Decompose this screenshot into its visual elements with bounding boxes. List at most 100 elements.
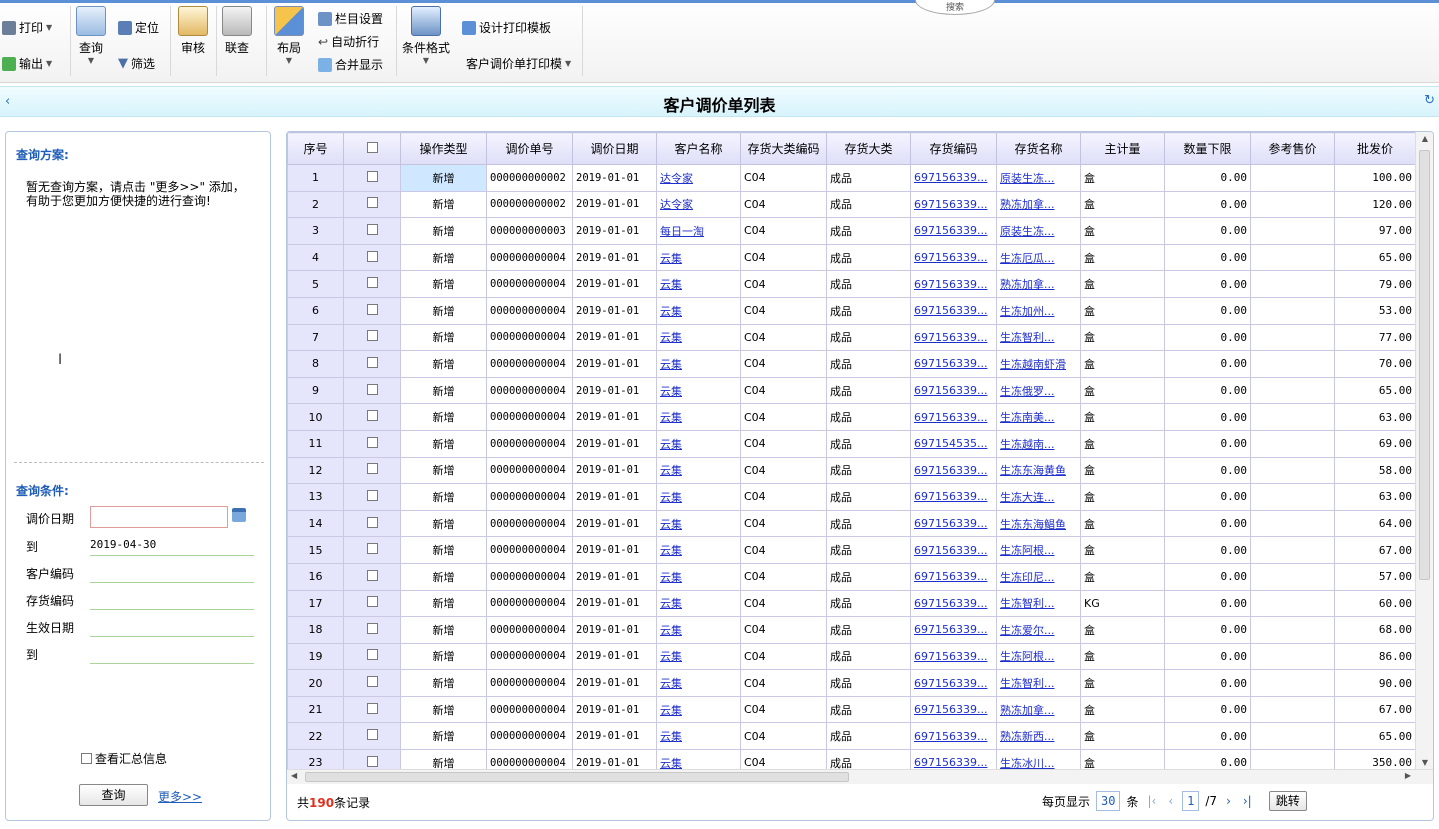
current-page-input[interactable]: 1	[1182, 791, 1200, 811]
inventory-code-link[interactable]: 697156339...	[910, 589, 997, 618]
row-checkbox[interactable]	[366, 569, 378, 581]
row-checkbox-cell[interactable]	[343, 642, 401, 671]
inventory-name-link[interactable]: 生冻智利...	[996, 323, 1081, 352]
summary-checkbox[interactable]: 查看汇总信息	[81, 750, 167, 767]
column-header[interactable]: 数量下限	[1164, 132, 1251, 165]
calendar-icon[interactable]	[232, 508, 246, 522]
select-all-checkbox[interactable]	[366, 141, 378, 153]
customer-name-link[interactable]: 云集	[656, 749, 741, 769]
customer-name-link[interactable]: 云集	[656, 403, 741, 431]
table-row[interactable]: 12 新增 000000000004 2019-01-01 云集 C04 成品 6971563…	[287, 456, 1415, 485]
customer-name-link[interactable]: 云集	[656, 642, 741, 671]
inventory-code-link[interactable]: 697156339...	[910, 722, 997, 751]
customer-name-link[interactable]: 云集	[656, 509, 741, 538]
inventory-code-link[interactable]: 697156339...	[910, 270, 997, 298]
column-header[interactable]: 客户名称	[656, 132, 741, 165]
horizontal-scroll-thumb[interactable]	[305, 772, 849, 782]
table-row[interactable]: 13 新增 000000000004 2019-01-01 云集 C04 成品 6971563…	[287, 483, 1415, 511]
inventory-code-link[interactable]: 697156339...	[910, 749, 997, 769]
inventory-code-link[interactable]: 697156339...	[910, 376, 997, 405]
inventory-code-link[interactable]: 697156339...	[910, 616, 997, 644]
row-checkbox-cell[interactable]	[343, 164, 401, 192]
table-row[interactable]: 8 新增 000000000004 2019-01-01 云集 C04 成品 69715633…	[287, 350, 1415, 378]
row-checkbox-cell[interactable]	[343, 749, 401, 769]
inventory-code-link[interactable]: 697156339...	[910, 695, 997, 724]
vertical-scrollbar[interactable]: ▲ ▼	[1415, 132, 1433, 769]
column-header[interactable]: 批发价	[1334, 132, 1415, 165]
customer-name-link[interactable]: 云集	[656, 562, 741, 591]
merge-display-button[interactable]: 合并显示	[318, 56, 383, 73]
row-checkbox[interactable]	[366, 729, 378, 741]
price-date-input[interactable]	[90, 506, 228, 528]
refresh-icon[interactable]: ↻	[1424, 93, 1435, 108]
row-checkbox[interactable]	[366, 250, 378, 262]
effective-date-input[interactable]	[90, 615, 254, 637]
scroll-down-icon[interactable]: ▼	[1416, 758, 1433, 767]
filter-button[interactable]: ▼ 筛选	[118, 55, 155, 72]
inventory-code-link[interactable]: 697156339...	[910, 323, 997, 352]
row-checkbox-cell[interactable]	[343, 536, 401, 564]
table-row[interactable]: 18 新增 000000000004 2019-01-01 云集 C04 成品 6971563…	[287, 616, 1415, 644]
customer-name-link[interactable]: 云集	[656, 350, 741, 378]
inventory-name-link[interactable]: 生冻越南虾滑	[996, 350, 1081, 378]
inventory-name-link[interactable]: 生冻印尼...	[996, 562, 1081, 591]
row-checkbox-cell[interactable]	[343, 429, 401, 458]
customer-name-link[interactable]: 达令家	[656, 164, 741, 192]
auto-wrap-button[interactable]: ↩ 自动折行	[318, 33, 379, 50]
inventory-name-link[interactable]: 生冻南美...	[996, 403, 1081, 431]
row-checkbox[interactable]	[366, 676, 378, 688]
inventory-name-link[interactable]: 熟冻加拿...	[996, 270, 1081, 298]
row-checkbox-cell[interactable]	[343, 243, 401, 272]
print-template-select[interactable]: 客户调价单打印模 ▼	[466, 55, 571, 72]
row-checkbox-cell[interactable]	[343, 270, 401, 298]
row-checkbox[interactable]	[366, 489, 378, 501]
inventory-code-input[interactable]	[90, 588, 254, 610]
export-button[interactable]: 输出 ▼	[2, 55, 52, 72]
customer-name-link[interactable]: 云集	[656, 616, 741, 644]
row-checkbox-cell[interactable]	[343, 616, 401, 644]
customer-name-link[interactable]: 云集	[656, 429, 741, 458]
next-page-icon[interactable]: ›	[1223, 794, 1234, 808]
column-header[interactable]: 主计量	[1080, 132, 1165, 165]
select-all-header[interactable]	[343, 132, 401, 165]
row-checkbox[interactable]	[366, 410, 378, 422]
conditional-format-button[interactable]: 条件格式 ▼	[402, 6, 450, 65]
table-row[interactable]: 3 新增 000000000003 2019-01-01 每日一淘 C04 成品 697156…	[287, 217, 1415, 245]
inventory-code-link[interactable]: 697156339...	[910, 536, 997, 564]
inventory-name-link[interactable]: 生冻东海黄鱼	[996, 456, 1081, 485]
inventory-name-link[interactable]: 熟冻加拿...	[996, 695, 1081, 724]
inventory-name-link[interactable]: 生冻厄瓜...	[996, 243, 1081, 272]
row-checkbox-cell[interactable]	[343, 695, 401, 724]
inventory-name-link[interactable]: 生冻阿根...	[996, 536, 1081, 564]
inventory-name-link[interactable]: 生冻越南...	[996, 429, 1081, 458]
row-checkbox[interactable]	[366, 596, 378, 608]
inventory-name-link[interactable]: 生冻冰川...	[996, 749, 1081, 769]
row-checkbox[interactable]	[366, 303, 378, 315]
inventory-code-link[interactable]: 697156339...	[910, 456, 997, 485]
column-header[interactable]: 调价单号	[486, 132, 573, 165]
table-row[interactable]: 4 新增 000000000004 2019-01-01 云集 C04 成品 69715633…	[287, 243, 1415, 272]
inventory-name-link[interactable]: 熟冻加拿...	[996, 190, 1081, 219]
row-checkbox[interactable]	[366, 516, 378, 528]
inventory-name-link[interactable]: 生冻俄罗...	[996, 376, 1081, 405]
row-checkbox[interactable]	[366, 755, 378, 767]
inventory-code-link[interactable]: 697156339...	[910, 403, 997, 431]
print-button[interactable]: 打印 ▼	[2, 19, 52, 36]
table-row[interactable]: 17 新增 000000000004 2019-01-01 云集 C04 成品 6971563…	[287, 589, 1415, 618]
row-checkbox[interactable]	[366, 356, 378, 368]
table-row[interactable]: 21 新增 000000000004 2019-01-01 云集 C04 成品 6971563…	[287, 695, 1415, 724]
row-checkbox[interactable]	[366, 170, 378, 182]
row-checkbox[interactable]	[366, 649, 378, 661]
inventory-name-link[interactable]: 生冻东海鲳鱼	[996, 509, 1081, 538]
inventory-name-link[interactable]: 原装生冻...	[996, 217, 1081, 245]
inventory-name-link[interactable]: 原装生冻...	[996, 164, 1081, 192]
scroll-right-icon[interactable]: ▶	[1405, 771, 1411, 780]
scroll-left-icon[interactable]: ◀	[291, 771, 297, 780]
inventory-code-link[interactable]: 697156339...	[910, 190, 997, 219]
customer-name-link[interactable]: 云集	[656, 243, 741, 272]
table-row[interactable]: 15 新增 000000000004 2019-01-01 云集 C04 成品 6971563…	[287, 536, 1415, 564]
row-checkbox-cell[interactable]	[343, 350, 401, 378]
table-row[interactable]: 6 新增 000000000004 2019-01-01 云集 C04 成品 69715633…	[287, 296, 1415, 325]
design-print-template-button[interactable]: 设计打印模板	[462, 19, 551, 36]
inventory-name-link[interactable]: 生冻智利...	[996, 669, 1081, 697]
